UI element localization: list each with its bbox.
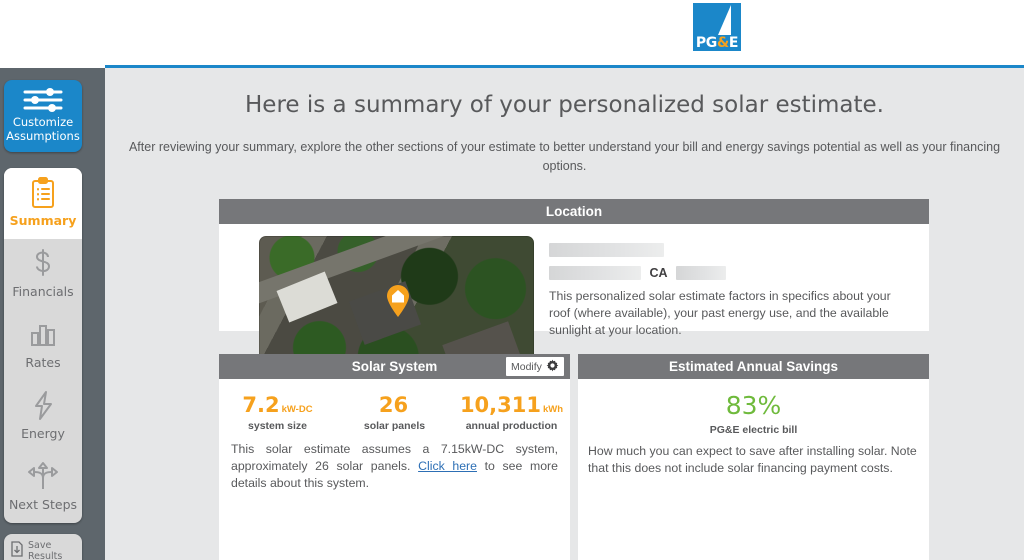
- gear-icon: [546, 359, 559, 375]
- solar-panels-caption: solar panels: [363, 420, 426, 432]
- sidebar-item-rates[interactable]: Rates: [4, 310, 82, 381]
- address-state: CA: [649, 265, 668, 280]
- annual-savings-panel-header: Estimated Annual Savings: [578, 354, 929, 379]
- sidebar-label-energy: Energy: [21, 426, 65, 441]
- location-panel: Location CA This personalized solar esti…: [219, 199, 929, 391]
- savings-percent-value: 83%: [725, 391, 782, 420]
- map-home-pin-icon: [385, 284, 411, 318]
- sidebar-actions: Save Results Start Over: [4, 534, 82, 560]
- logo-text-pg: PG: [695, 35, 717, 51]
- system-details-link[interactable]: Click here: [418, 459, 477, 473]
- annual-production-value: 10,311: [459, 393, 541, 417]
- pge-logo[interactable]: PG&E: [693, 3, 741, 51]
- page-subtitle: After reviewing your summary, explore th…: [128, 140, 1001, 173]
- system-size-value: 7.2: [242, 393, 280, 417]
- location-description: This personalized solar estimate factors…: [549, 289, 891, 337]
- annual-production-unit: kWh: [542, 404, 564, 415]
- solar-system-panel-header: Solar System Modify: [219, 354, 570, 379]
- address-redaction-2: [549, 265, 641, 280]
- customize-assumptions-label: Customize Assumptions: [4, 115, 82, 143]
- savings-caption: PG&E electric bill: [709, 424, 798, 436]
- sidebar-label-rates: Rates: [25, 355, 61, 370]
- sidebar-item-financials[interactable]: Financials: [4, 239, 82, 310]
- stat-annual-production: 10,311 kWh annual production: [453, 393, 570, 432]
- dollar-icon: [29, 248, 57, 285]
- solar-system-note: This solar estimate assumes a 7.15kW-DC …: [231, 441, 558, 492]
- stat-system-size: 7.2 kW-DC system size: [219, 393, 336, 432]
- save-results-label: Save Results: [28, 539, 63, 560]
- logo-swoosh-icon: [718, 5, 731, 35]
- clipboard-icon: [30, 177, 56, 214]
- annual-savings-heading: Estimated Annual Savings: [668, 359, 839, 374]
- annual-savings-panel-body: 83% PG&E electric bill How much you can …: [578, 379, 929, 560]
- solar-system-stats: 7.2 kW-DC system size 26 solar panels 10,…: [219, 393, 570, 432]
- location-panel-header: Location: [219, 199, 929, 224]
- sidebar-label-summary: Summary: [9, 213, 77, 228]
- bar-chart-icon: [28, 319, 58, 354]
- sidebar-label-next-steps: Next Steps: [8, 497, 78, 512]
- solar-system-panel-body: 7.2 kW-DC system size 26 solar panels 10,…: [219, 379, 570, 560]
- modify-button[interactable]: Modify: [506, 357, 564, 376]
- solar-system-panel: Solar System Modify 7.2 kW-DC system siz…: [219, 354, 570, 560]
- customize-line-1: Customize: [12, 115, 74, 129]
- fork-arrows-icon: [26, 461, 60, 496]
- main-content: Here is a summary of your personalized s…: [105, 68, 1024, 560]
- address-line-1: [549, 241, 664, 259]
- solar-estimate-app: PG&E Customize Assumptions Summary Finan…: [0, 0, 1024, 560]
- savings-note: How much you can expect to save after in…: [588, 444, 917, 475]
- location-panel-body: bing CA This personalized solar estimate…: [219, 224, 929, 391]
- solar-panels-value: 26: [378, 393, 409, 417]
- sidebar-label-financials: Financials: [12, 284, 74, 299]
- left-sidebar: Customize Assumptions Summary Financials…: [0, 68, 105, 560]
- address-line-2: CA: [549, 264, 726, 282]
- system-size-unit: kW-DC: [281, 404, 313, 415]
- sidebar-nav: Summary Financials Rates Energy Next Ste…: [4, 168, 82, 523]
- page-title: Here is a summary of your personalized s…: [245, 92, 884, 118]
- solar-system-heading: Solar System: [351, 359, 438, 374]
- bolt-icon: [30, 390, 56, 427]
- location-heading: Location: [545, 204, 603, 219]
- customize-assumptions-button[interactable]: Customize Assumptions: [4, 80, 82, 152]
- customize-line-2: Assumptions: [6, 129, 80, 143]
- system-size-caption: system size: [248, 420, 307, 432]
- sidebar-item-energy[interactable]: Energy: [4, 381, 82, 452]
- modify-label: Modify: [511, 360, 542, 373]
- save-results-button[interactable]: Save Results: [4, 540, 82, 560]
- stat-solar-panels: 26 solar panels: [336, 393, 453, 432]
- logo-text-e: E: [728, 35, 739, 51]
- page-header: PG&E: [0, 0, 1024, 67]
- address-redaction-1: [549, 242, 664, 257]
- logo-ampersand: &: [716, 35, 729, 51]
- annual-savings-panel: Estimated Annual Savings 83% PG&E electr…: [578, 354, 929, 560]
- sidebar-item-next-steps[interactable]: Next Steps: [4, 452, 82, 523]
- sidebar-item-summary[interactable]: Summary: [4, 168, 82, 239]
- address-redaction-3: [675, 265, 726, 280]
- logo-wordmark: PG&E: [693, 36, 741, 50]
- download-file-icon: [10, 541, 24, 560]
- annual-production-caption: annual production: [465, 420, 558, 432]
- sliders-icon: [22, 87, 64, 118]
